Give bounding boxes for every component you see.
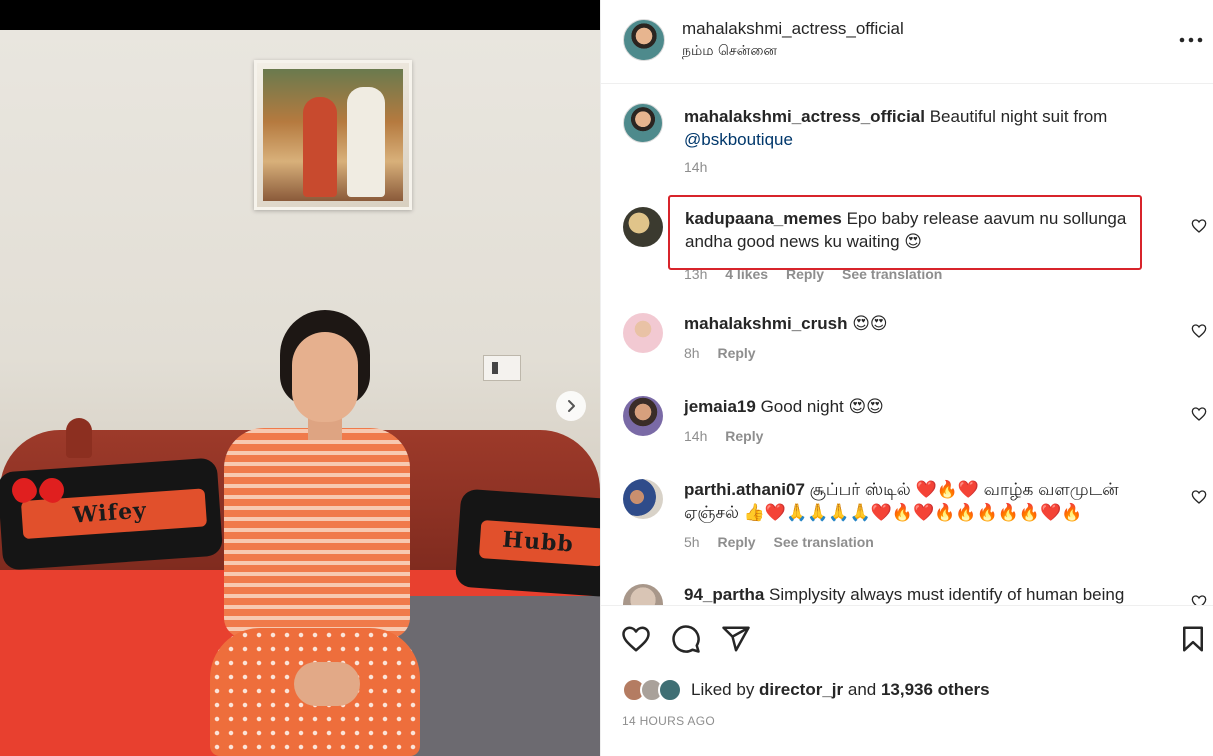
comment-username[interactable]: mahalakshmi_crush <box>684 314 847 333</box>
author-avatar[interactable] <box>623 19 665 61</box>
comment-meta: 14h Reply <box>684 428 777 444</box>
comments-list[interactable]: mahalakshmi_actress_official Beautiful n… <box>601 85 1213 605</box>
bookmark-icon[interactable] <box>1178 624 1208 654</box>
person-figure <box>210 310 420 756</box>
reply-button[interactable]: Reply <box>717 345 755 361</box>
liked-by-text: Liked by director_jr and 13,936 others <box>691 680 990 700</box>
highlighted-comment: kadupaana_memes Epo baby release aavum n… <box>668 195 1142 270</box>
reply-button[interactable]: Reply <box>725 428 763 444</box>
author-username[interactable]: mahalakshmi_actress_official <box>682 19 904 39</box>
caption-text: mahalakshmi_actress_official Beautiful n… <box>684 105 1154 151</box>
comment-username[interactable]: 94_partha <box>684 585 764 604</box>
caption-body: Beautiful night suit from <box>924 107 1108 126</box>
see-translation-button[interactable]: See translation <box>773 534 873 550</box>
chevron-right-icon <box>568 400 575 412</box>
comment-username[interactable]: jemaia19 <box>684 397 756 416</box>
liked-by-user[interactable]: director_jr <box>759 680 843 699</box>
comment-body: 😍😍 <box>847 314 888 333</box>
share-icon[interactable] <box>721 624 751 654</box>
comment-text: mahalakshmi_crush 😍😍 <box>684 312 1154 335</box>
like-comment-heart-icon[interactable] <box>1191 489 1207 505</box>
liked-by-and: and <box>843 680 881 699</box>
caption-meta: 14h <box>684 159 721 175</box>
liked-by-prefix: Liked by <box>691 680 760 699</box>
comment-text: parthi.athani07 சூப்பர் ஸ்டில் ❤️🔥❤️ வாழ… <box>684 478 1154 524</box>
red-bow <box>12 478 64 506</box>
caption-time: 14h <box>684 159 708 175</box>
likes-count[interactable]: 13,936 others <box>881 680 990 699</box>
heart-icon[interactable] <box>621 624 651 654</box>
post-timestamp[interactable]: 14 HOURS AGO <box>622 714 715 728</box>
next-image-button[interactable] <box>556 391 586 421</box>
post-location[interactable]: நம்ம சென்னை <box>682 43 777 61</box>
comment-text: kadupaana_memes Epo baby release aavum n… <box>685 207 1135 253</box>
like-comment-heart-icon[interactable] <box>1191 323 1207 339</box>
more-options-icon[interactable] <box>1176 30 1206 50</box>
comment-meta: 8h Reply <box>684 345 770 361</box>
comment-avatar[interactable] <box>623 313 663 353</box>
post-media[interactable]: Wifey Hubb <box>0 0 600 756</box>
like-comment-heart-icon[interactable] <box>1191 218 1207 234</box>
pillow-left: Wifey <box>0 457 224 571</box>
comment-avatar[interactable] <box>623 479 663 519</box>
caption-mention[interactable]: @bskboutique <box>684 130 793 149</box>
comment-username[interactable]: parthi.athani07 <box>684 480 805 499</box>
comment-text: jemaia19 Good night 😍😍 <box>684 395 1154 418</box>
post-actions: Liked by director_jr and 13,936 others 1… <box>601 605 1213 756</box>
like-comment-heart-icon[interactable] <box>1191 406 1207 422</box>
comment-body: Good night 😍😍 <box>755 397 884 416</box>
reply-button[interactable]: Reply <box>717 534 755 550</box>
caption-avatar[interactable] <box>623 103 663 143</box>
like-comment-heart-icon[interactable] <box>1191 594 1207 605</box>
comment-username[interactable]: kadupaana_memes <box>685 209 842 228</box>
pillow-right: Hubb <box>454 488 600 598</box>
comment-text: 94_partha Simplysity always must identif… <box>684 583 1154 605</box>
comment-avatar[interactable] <box>623 584 663 605</box>
wall-switch <box>483 355 521 381</box>
comment-time: 8h <box>684 345 700 361</box>
comment-meta: 5h Reply See translation <box>684 534 888 550</box>
comment-body: Simplysity always must identify of human… <box>764 585 1125 604</box>
post-header: mahalakshmi_actress_official நம்ம சென்னை <box>601 0 1213 84</box>
comment-avatar[interactable] <box>623 396 663 436</box>
comment-icon[interactable] <box>671 624 701 654</box>
liked-by-avatars[interactable] <box>622 678 686 704</box>
post-panel: mahalakshmi_actress_official நம்ம சென்னை… <box>600 0 1213 756</box>
wall-photo-frame <box>254 60 412 210</box>
comment-avatar[interactable] <box>623 207 663 247</box>
liker-avatar <box>658 678 682 702</box>
caption-username[interactable]: mahalakshmi_actress_official <box>684 107 925 126</box>
bed-post <box>66 418 92 458</box>
comment-time: 14h <box>684 428 708 444</box>
comment-time: 5h <box>684 534 700 550</box>
